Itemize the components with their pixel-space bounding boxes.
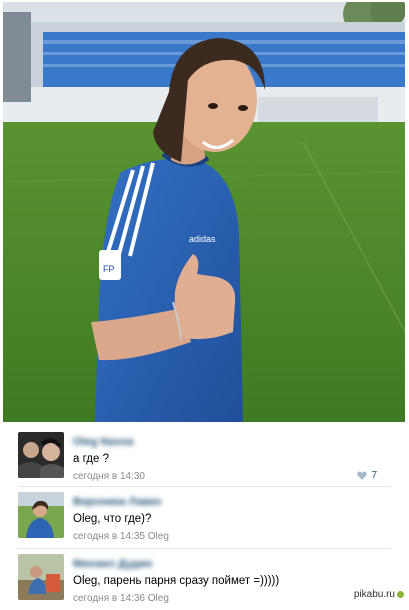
watermark-text: pikabu.ru: [353, 589, 395, 600]
comment-text: а где ?: [73, 453, 109, 465]
comment-timestamp[interactable]: сегодня в 14:35 Oleg: [73, 531, 169, 542]
comment-item: Вероника Лавко Oleg, что где)? сегодня в…: [0, 488, 409, 548]
comment-text: Oleg, парень парня сразу поймет =))))): [73, 575, 280, 587]
divider: [18, 486, 391, 487]
svg-text:adidas: adidas: [189, 234, 216, 244]
post-photo[interactable]: FP adidas: [3, 2, 405, 422]
avatar[interactable]: [18, 492, 64, 538]
comment-text: Oleg, что где)?: [73, 513, 152, 525]
pikabu-logo-icon: [397, 591, 404, 598]
divider: [18, 548, 391, 549]
avatar[interactable]: [18, 432, 64, 478]
comment-timestamp[interactable]: сегодня в 14:30: [73, 471, 145, 482]
svg-text:FP: FP: [103, 264, 115, 274]
comment-author[interactable]: Михаил Дудин: [73, 558, 152, 570]
heart-icon: [357, 471, 368, 480]
comments-list: Oleg Navoa а где ? сегодня в 14:30 7 Вер…: [0, 422, 409, 606]
pikabu-watermark: pikabu.ru: [354, 589, 404, 600]
avatar[interactable]: [18, 554, 64, 600]
comment-timestamp[interactable]: сегодня в 14:36 Oleg: [73, 593, 169, 604]
comment-item: Михаил Дудин Oleg, парень парня сразу по…: [0, 550, 409, 610]
stadium-photo: FP adidas: [3, 2, 405, 422]
comment-author[interactable]: Вероника Лавко: [73, 496, 162, 508]
comment-item: Oleg Navoa а где ? сегодня в 14:30 7: [0, 428, 409, 488]
comment-author[interactable]: Oleg Navoa: [73, 436, 134, 448]
like-button[interactable]: 7: [357, 470, 377, 481]
like-count: 7: [371, 470, 377, 481]
